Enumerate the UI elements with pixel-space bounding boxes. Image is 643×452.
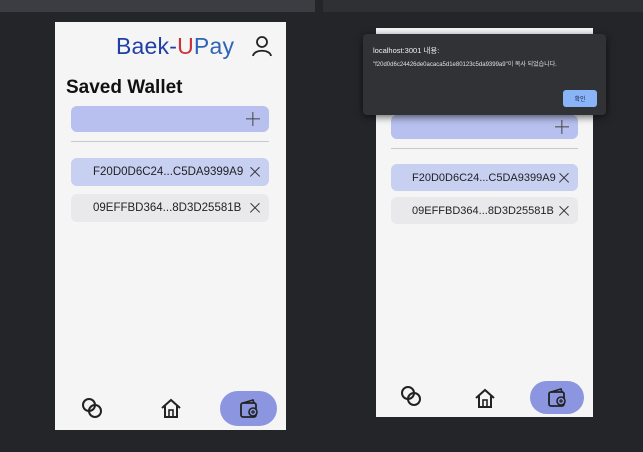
brand-logo-part: Pay xyxy=(193,33,235,59)
plus-icon xyxy=(243,106,263,132)
divider xyxy=(391,148,578,149)
dialog-ok-button[interactable]: 확인 xyxy=(563,90,597,107)
nav-wallet-button[interactable] xyxy=(220,391,277,426)
page-title: Saved Wallet xyxy=(66,77,183,98)
top-bar-right xyxy=(323,0,643,12)
wallet-address: F20D0D6C24...C5DA9399A9 xyxy=(412,171,556,184)
home-icon[interactable] xyxy=(473,387,497,409)
brand-logo: Baek-UPay xyxy=(116,33,234,60)
close-icon[interactable] xyxy=(247,164,263,180)
dialog-title: localhost:3001 내용: xyxy=(373,46,440,55)
brand-logo-part: aek- xyxy=(131,33,178,59)
wallet-address: 09EFFBD364...8D3D25581B xyxy=(93,202,242,214)
wallet-item[interactable]: 09EFFBD364...8D3D25581B xyxy=(71,194,269,222)
wallet-address: 09EFFBD364...8D3D25581B xyxy=(412,204,554,217)
brand-logo-part: B xyxy=(116,33,132,59)
wallet-item[interactable]: 09EFFBD364...8D3D25581B xyxy=(391,197,578,224)
alert-dialog: localhost:3001 내용: "f20d0d6c24426de0acac… xyxy=(363,34,606,115)
divider xyxy=(71,141,269,142)
app-screen-left: Baek-UPay Saved Wallet F20D0D6C24...C5DA… xyxy=(55,22,286,430)
close-icon[interactable] xyxy=(247,200,263,216)
wallet-icon xyxy=(548,388,566,407)
wallet-address: F20D0D6C24...C5DA9399A9 xyxy=(93,166,244,178)
close-icon[interactable] xyxy=(556,203,572,219)
person-outline-icon[interactable] xyxy=(251,35,273,57)
link-chain-icon[interactable] xyxy=(80,397,104,419)
brand-logo-part: U xyxy=(177,33,194,59)
plus-icon xyxy=(552,115,572,139)
add-wallet-button[interactable] xyxy=(391,115,578,139)
close-icon[interactable] xyxy=(556,170,572,186)
nav-wallet-button[interactable] xyxy=(530,381,584,414)
home-icon[interactable] xyxy=(159,397,183,419)
wallet-item[interactable]: F20D0D6C24...C5DA9399A9 xyxy=(391,164,578,191)
wallet-item[interactable]: F20D0D6C24...C5DA9399A9 xyxy=(71,158,269,186)
add-wallet-button[interactable] xyxy=(71,106,269,132)
top-bar-left xyxy=(0,0,315,12)
dialog-message: "f20d0d6c24426de0acaca5d1e80123c5da9399a… xyxy=(373,62,557,68)
link-chain-icon[interactable] xyxy=(399,385,423,407)
wallet-icon xyxy=(240,399,258,418)
